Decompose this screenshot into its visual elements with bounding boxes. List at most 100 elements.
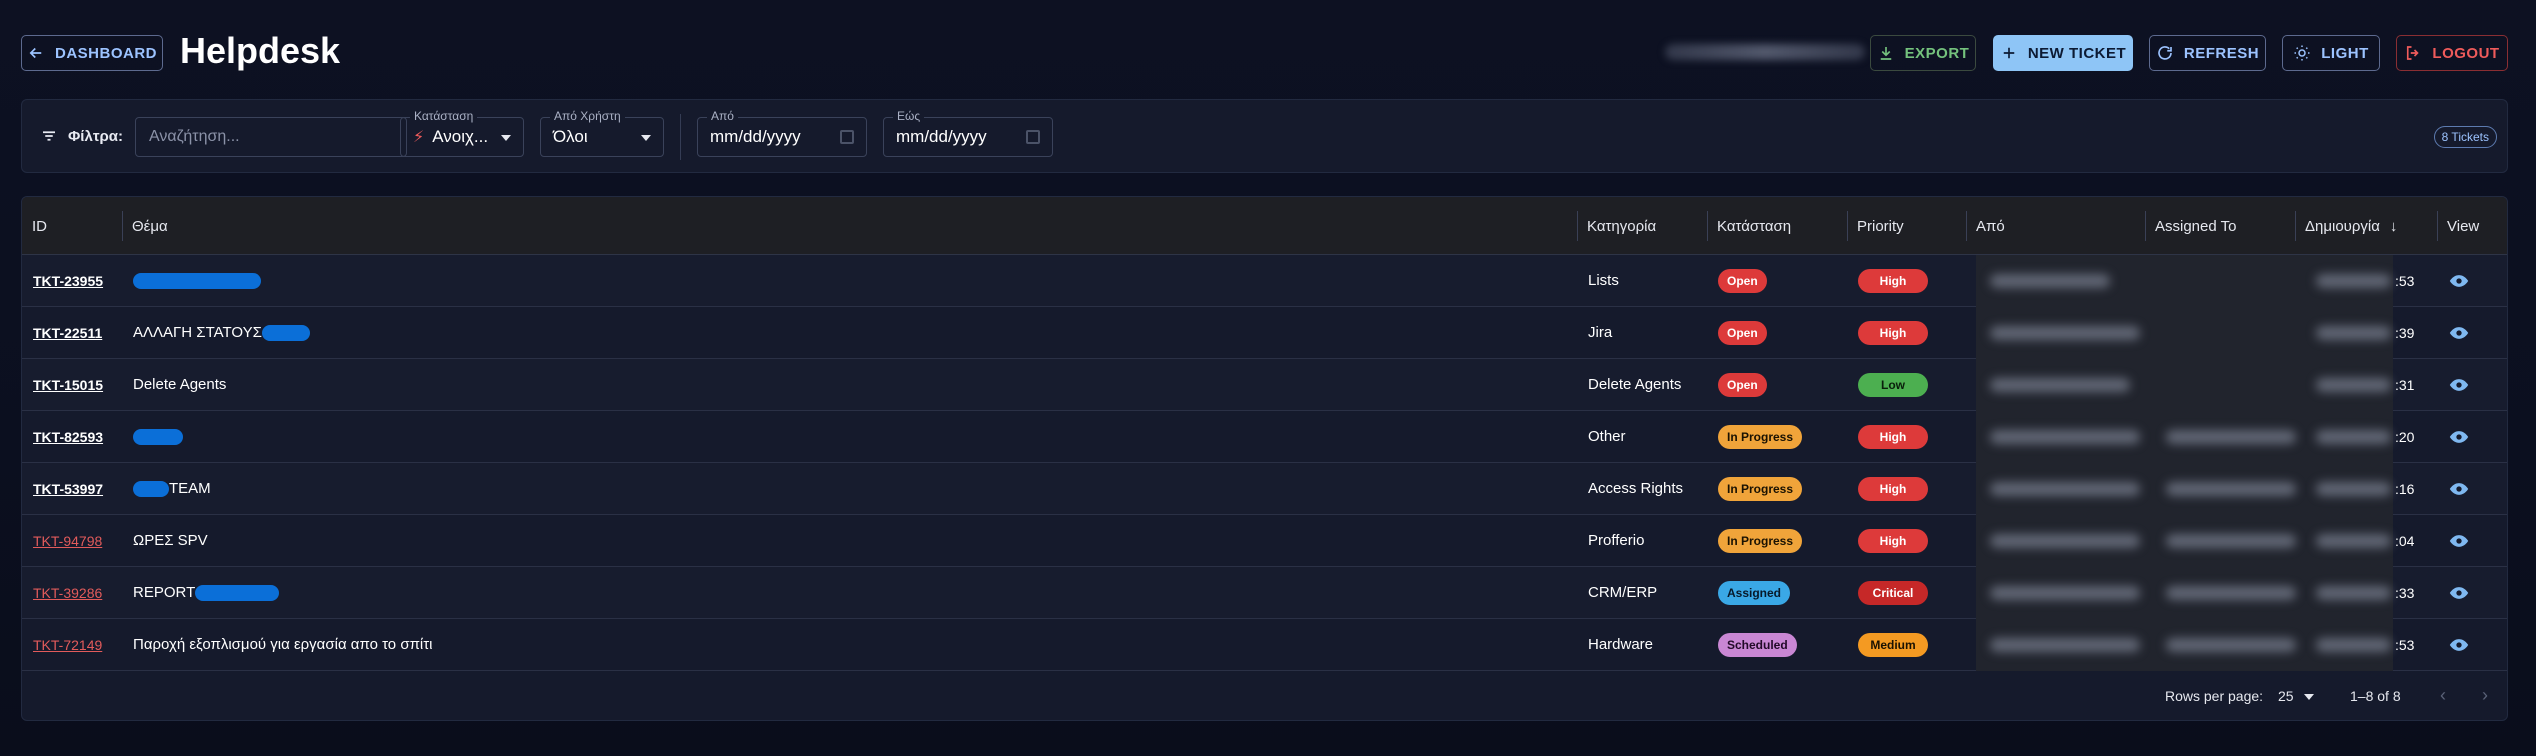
ticket-id-link[interactable]: TKT-23955 bbox=[33, 255, 103, 306]
ticket-id-link[interactable]: TKT-82593 bbox=[33, 411, 103, 462]
eye-icon bbox=[2449, 430, 2469, 443]
status-badge: In Progress bbox=[1718, 476, 1803, 501]
view-button[interactable] bbox=[2449, 359, 2469, 410]
plus-icon bbox=[2003, 47, 2015, 59]
ticket-subject-cell: ΑΛΛΑΓΗ ΣΤΑΤΟΥΣ bbox=[133, 307, 310, 358]
search-input[interactable] bbox=[135, 117, 407, 157]
column-header-priority[interactable]: Priority bbox=[1847, 197, 1904, 255]
ticket-category: CRM/ERP bbox=[1588, 584, 1658, 601]
redacted-text bbox=[195, 584, 280, 601]
redacted-text bbox=[2166, 534, 2296, 548]
new-ticket-button[interactable]: NEW TICKET bbox=[1993, 35, 2133, 71]
chevron-down-icon bbox=[501, 135, 511, 141]
arrow-down-icon[interactable]: ↓ bbox=[2390, 218, 2398, 235]
column-header-from[interactable]: Από bbox=[1966, 197, 2005, 255]
priority-badge: Low bbox=[1858, 372, 1928, 397]
tickets-table: ID Θέμα Κατηγορία Κατάσταση Priority Από… bbox=[21, 196, 2508, 721]
redacted-text bbox=[133, 272, 261, 289]
user-info-redacted bbox=[1665, 44, 1865, 60]
redacted-text bbox=[2316, 482, 2391, 496]
redacted-text bbox=[2166, 586, 2296, 600]
light-label: LIGHT bbox=[2321, 44, 2369, 62]
filter-bar: Φίλτρα: Κατάσταση ⚡ Ανοιχ... Από Χρήστη … bbox=[21, 99, 2508, 173]
eye-icon bbox=[2449, 482, 2469, 495]
logout-button[interactable]: LOGOUT bbox=[2396, 35, 2508, 71]
ticket-id-link[interactable]: TKT-15015 bbox=[33, 359, 103, 410]
view-button[interactable] bbox=[2449, 463, 2469, 514]
ticket-priority-cell: High bbox=[1858, 463, 1928, 514]
refresh-button[interactable]: REFRESH bbox=[2149, 35, 2266, 71]
priority-badge: High bbox=[1858, 424, 1928, 449]
column-header-created[interactable]: Δημιουργία ↓ bbox=[2295, 197, 2397, 255]
ticket-count-badge: 8 Tickets bbox=[2433, 126, 2497, 148]
redacted-text bbox=[1990, 326, 2140, 340]
redacted-text bbox=[1990, 274, 2110, 288]
page-title: Helpdesk bbox=[180, 30, 341, 71]
column-header-view: View bbox=[2437, 197, 2479, 255]
status-select[interactable]: Κατάσταση ⚡ Ανοιχ... bbox=[400, 109, 524, 157]
view-button[interactable] bbox=[2449, 411, 2469, 462]
ticket-subject-cell bbox=[133, 411, 183, 462]
redacted-text bbox=[2316, 534, 2391, 548]
rows-per-page-label: Rows per page: bbox=[2165, 688, 2264, 704]
ticket-subject: Delete Agents bbox=[133, 376, 227, 393]
ticket-subject-cell: TEAM bbox=[133, 463, 211, 514]
redacted-text bbox=[2166, 638, 2296, 652]
column-header-id[interactable]: ID bbox=[22, 197, 47, 255]
chevron-left-icon[interactable]: ‹ bbox=[2440, 685, 2446, 706]
ticket-id-link[interactable]: TKT-39286 bbox=[33, 567, 102, 618]
export-button[interactable]: EXPORT bbox=[1870, 35, 1976, 71]
logout-icon bbox=[2407, 46, 2420, 60]
ticket-id-link[interactable]: TKT-53997 bbox=[33, 463, 103, 514]
ticket-subject: ΩΡΕΣ SPV bbox=[133, 532, 208, 549]
ticket-subject-cell: REPORT bbox=[133, 567, 280, 618]
view-button[interactable] bbox=[2449, 307, 2469, 358]
user-select[interactable]: Από Χρήστη Όλοι bbox=[540, 109, 664, 157]
refresh-label: REFRESH bbox=[2183, 44, 2260, 62]
user-select-label: Από Χρήστη bbox=[550, 109, 625, 123]
ticket-subject: Παροχή εξοπλισμού για εργασία απο το σπί… bbox=[133, 636, 433, 653]
calendar-icon[interactable] bbox=[1026, 130, 1040, 144]
priority-badge: Critical bbox=[1858, 580, 1928, 605]
ticket-id-link[interactable]: TKT-22511 bbox=[33, 307, 102, 358]
column-header-subject[interactable]: Θέμα bbox=[122, 197, 168, 255]
ticket-id-link[interactable]: TKT-72149 bbox=[33, 619, 102, 670]
redacted-text bbox=[261, 324, 310, 341]
chevron-right-icon[interactable]: › bbox=[2482, 685, 2488, 706]
redacted-text bbox=[2316, 274, 2391, 288]
created-time-fragment: :20 bbox=[2395, 428, 2415, 445]
redacted-text bbox=[1990, 534, 2140, 548]
theme-toggle-button[interactable]: LIGHT bbox=[2282, 35, 2380, 71]
rows-per-page-select[interactable]: 25 bbox=[2278, 688, 2294, 704]
view-button[interactable] bbox=[2449, 255, 2469, 306]
view-button[interactable] bbox=[2449, 515, 2469, 566]
created-time-fragment: :53 bbox=[2395, 272, 2415, 289]
ticket-priority-cell: Low bbox=[1858, 359, 1928, 410]
redacted-text bbox=[2166, 430, 2296, 444]
pagination-range: 1–8 of 8 bbox=[2350, 688, 2401, 704]
divider bbox=[680, 114, 681, 160]
column-header-category[interactable]: Κατηγορία bbox=[1577, 197, 1656, 255]
chevron-down-icon[interactable] bbox=[2304, 694, 2314, 700]
eye-icon bbox=[2449, 378, 2469, 391]
column-header-assigned[interactable]: Assigned To bbox=[2145, 197, 2236, 255]
ticket-category: Jira bbox=[1588, 324, 1613, 341]
download-icon bbox=[1880, 47, 1891, 60]
date-from-field[interactable]: Από mm/dd/yyyy bbox=[697, 109, 867, 157]
user-select-value: Όλοι bbox=[553, 127, 588, 146]
ticket-subject: ΑΛΛΑΓΗ ΣΤΑΤΟΥΣ bbox=[133, 324, 262, 341]
calendar-icon[interactable] bbox=[840, 130, 854, 144]
status-badge: In Progress bbox=[1718, 528, 1803, 553]
eye-icon bbox=[2449, 534, 2469, 547]
ticket-status-cell: Open bbox=[1718, 359, 1767, 410]
status-select-label: Κατάσταση bbox=[410, 109, 478, 123]
bolt-icon: ⚡ bbox=[413, 129, 425, 146]
arrow-left-icon bbox=[29, 47, 42, 59]
ticket-id-link[interactable]: TKT-94798 bbox=[33, 515, 102, 566]
column-header-status[interactable]: Κατάσταση bbox=[1707, 197, 1791, 255]
dashboard-button[interactable]: DASHBOARD bbox=[21, 35, 163, 71]
view-button[interactable] bbox=[2449, 567, 2469, 618]
view-button[interactable] bbox=[2449, 619, 2469, 670]
header: DASHBOARD Helpdesk EXPORT NEW TICKET REF… bbox=[0, 0, 2536, 106]
date-to-field[interactable]: Εώς mm/dd/yyyy bbox=[883, 109, 1053, 157]
